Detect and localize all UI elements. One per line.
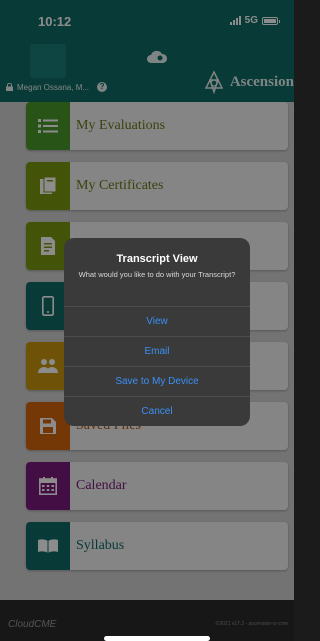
dialog-header: Transcript View What would you like to d… xyxy=(64,238,250,306)
dialog-message: What would you like to do with your Tran… xyxy=(78,270,236,279)
view-button[interactable]: View xyxy=(64,306,250,336)
transcript-action-dialog: Transcript View What would you like to d… xyxy=(64,238,250,426)
email-button[interactable]: Email xyxy=(64,336,250,366)
save-to-device-button[interactable]: Save to My Device xyxy=(64,366,250,396)
home-indicator xyxy=(104,636,210,641)
cancel-button[interactable]: Cancel xyxy=(64,396,250,426)
dialog-title: Transcript View xyxy=(116,253,198,265)
